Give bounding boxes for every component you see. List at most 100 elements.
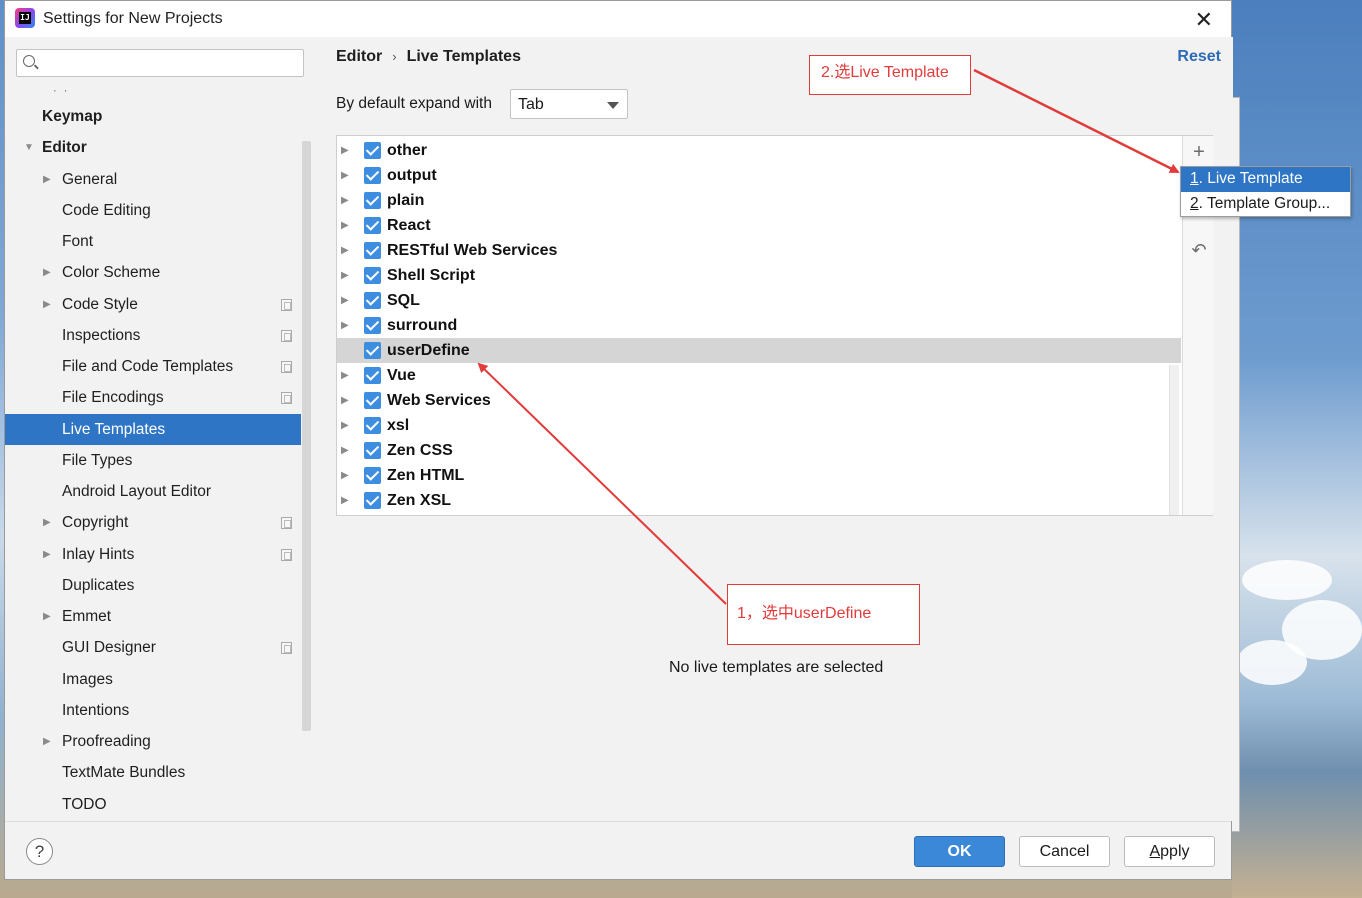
template-group-row[interactable]: ▶ Vue [337, 363, 1181, 388]
sidebar-item-file-types[interactable]: File Types [5, 445, 301, 476]
expand-arrow-icon[interactable]: ▶ [341, 488, 349, 513]
templates-scrollbar[interactable] [1169, 365, 1179, 515]
expand-arrow-icon[interactable]: ▶ [341, 163, 349, 188]
group-checkbox[interactable] [364, 367, 381, 384]
sidebar-item-label: Editor [42, 139, 87, 157]
collapsed-arrow-icon[interactable]: ▶ [43, 539, 51, 570]
template-group-row[interactable]: ▶ Zen XSL [337, 488, 1181, 513]
group-checkbox[interactable] [364, 417, 381, 434]
collapsed-arrow-icon[interactable]: ▶ [43, 289, 51, 320]
group-checkbox[interactable] [364, 242, 381, 259]
template-group-row[interactable]: ▶ SQL [337, 288, 1181, 313]
sidebar-item-label: Intentions [62, 701, 130, 719]
group-checkbox[interactable] [364, 492, 381, 509]
sidebar-item-inlay-hints[interactable]: ▶ Inlay Hints [5, 539, 301, 570]
expand-arrow-icon[interactable]: ▶ [341, 413, 349, 438]
undo-icon[interactable]: ↶ [1189, 240, 1209, 260]
template-group-row[interactable]: ▶ RESTful Web Services [337, 238, 1181, 263]
sidebar-item-code-editing[interactable]: Code Editing [5, 195, 301, 226]
group-checkbox[interactable] [364, 167, 381, 184]
sidebar-item-copyright[interactable]: ▶ Copyright [5, 507, 301, 538]
menu-item-template-group[interactable]: 2. Template Group... [1181, 192, 1350, 217]
project-scope-icon [281, 361, 292, 373]
template-group-row[interactable]: ▶ Web Services [337, 388, 1181, 413]
group-checkbox[interactable] [364, 142, 381, 159]
sidebar-item-textmate-bundles[interactable]: TextMate Bundles [5, 757, 301, 788]
sidebar-item-label: TODO [62, 795, 107, 813]
group-checkbox[interactable] [364, 217, 381, 234]
group-checkbox[interactable] [364, 192, 381, 209]
template-group-name: React [387, 217, 431, 234]
template-group-row[interactable]: ▶ Shell Script [337, 263, 1181, 288]
sidebar-scrollbar[interactable] [302, 141, 311, 731]
group-checkbox[interactable] [364, 467, 381, 484]
collapsed-arrow-icon[interactable]: ▶ [43, 726, 51, 757]
sidebar-item-label: Font [62, 233, 94, 250]
template-group-row[interactable]: ▶ Zen HTML [337, 463, 1181, 488]
sidebar-item-file-encodings[interactable]: File Encodings [5, 382, 301, 413]
group-checkbox[interactable] [364, 392, 381, 409]
sidebar-item-editor[interactable]: ▼ Editor [5, 132, 301, 163]
reset-link[interactable]: Reset [1177, 48, 1221, 66]
sidebar-item-keymap[interactable]: Keymap [5, 101, 301, 132]
collapsed-arrow-icon[interactable]: ▶ [43, 507, 51, 538]
template-group-row[interactable]: ▶ other [337, 138, 1181, 163]
template-group-row[interactable]: ▶ output [337, 163, 1181, 188]
expand-arrow-icon[interactable]: ▶ [341, 438, 349, 463]
group-checkbox[interactable] [364, 442, 381, 459]
sidebar-item-gui-designer[interactable]: GUI Designer [5, 632, 301, 663]
expand-arrow-icon[interactable]: ▶ [341, 313, 349, 338]
sidebar-item-duplicates[interactable]: Duplicates [5, 570, 301, 601]
group-checkbox[interactable] [364, 317, 381, 334]
expand-arrow-icon[interactable]: ▶ [341, 188, 349, 213]
sidebar-item-todo[interactable]: TODO [5, 789, 301, 820]
expand-arrow-icon[interactable]: ▶ [341, 388, 349, 413]
sidebar-item-inspections[interactable]: Inspections [5, 320, 301, 351]
template-group-row[interactable]: ▶ Zen CSS [337, 438, 1181, 463]
sidebar-item-general[interactable]: ▶ General [5, 164, 301, 195]
expand-with-select[interactable]: Tab [510, 89, 628, 119]
apply-button[interactable]: Apply [1124, 836, 1215, 867]
template-group-row[interactable]: ▶ React [337, 213, 1181, 238]
expand-arrow-icon[interactable]: ▶ [341, 238, 349, 263]
template-group-row[interactable]: userDefine [337, 338, 1181, 363]
sidebar-item-live-templates[interactable]: Live Templates [5, 413, 301, 445]
ok-button[interactable]: OK [914, 836, 1005, 867]
sidebar-item-code-style[interactable]: ▶ Code Style [5, 289, 301, 320]
sidebar-item-file-and-code-templates[interactable]: File and Code Templates [5, 351, 301, 382]
add-icon[interactable]: + [1189, 142, 1209, 162]
group-checkbox[interactable] [364, 292, 381, 309]
search-input[interactable] [43, 53, 298, 73]
breadcrumb-live-templates: Live Templates [406, 48, 521, 65]
collapsed-arrow-icon[interactable]: ▶ [43, 164, 51, 195]
template-group-row[interactable]: ▶ plain [337, 188, 1181, 213]
sidebar-item-intentions[interactable]: Intentions [5, 695, 301, 726]
close-icon[interactable]: ✕ [1195, 7, 1213, 33]
expand-arrow-icon[interactable]: ▶ [341, 463, 349, 488]
expand-arrow-icon[interactable]: ▶ [341, 288, 349, 313]
sidebar-item-label: TextMate Bundles [62, 764, 186, 782]
sidebar-item-emmet[interactable]: ▶ Emmet [5, 601, 301, 632]
template-group-name: surround [387, 317, 458, 334]
template-group-row[interactable]: ▶ surround [337, 313, 1181, 338]
sidebar-item-android-layout-editor[interactable]: Android Layout Editor [5, 476, 301, 507]
group-checkbox[interactable] [364, 342, 381, 359]
sidebar-item-color-scheme[interactable]: ▶ Color Scheme [5, 257, 301, 288]
expand-arrow-icon[interactable]: ▶ [341, 363, 349, 388]
template-group-row[interactable]: ▶ xsl [337, 413, 1181, 438]
settings-search[interactable] [16, 49, 304, 77]
group-checkbox[interactable] [364, 267, 381, 284]
sidebar-item-font[interactable]: Font [5, 226, 301, 257]
sidebar-item-images[interactable]: Images [5, 664, 301, 695]
help-button[interactable]: ? [26, 838, 53, 865]
expand-arrow-icon[interactable]: ▶ [341, 263, 349, 288]
expanded-arrow-icon[interactable]: ▼ [24, 132, 34, 163]
sidebar-item-label: Copyright [62, 514, 129, 532]
expand-arrow-icon[interactable]: ▶ [341, 138, 349, 163]
menu-item-live-template[interactable]: 1. Live Template [1181, 167, 1350, 192]
collapsed-arrow-icon[interactable]: ▶ [43, 257, 51, 288]
sidebar-item-proofreading[interactable]: ▶ Proofreading [5, 726, 301, 757]
cancel-button[interactable]: Cancel [1019, 836, 1110, 867]
expand-arrow-icon[interactable]: ▶ [341, 213, 349, 238]
collapsed-arrow-icon[interactable]: ▶ [43, 601, 51, 632]
